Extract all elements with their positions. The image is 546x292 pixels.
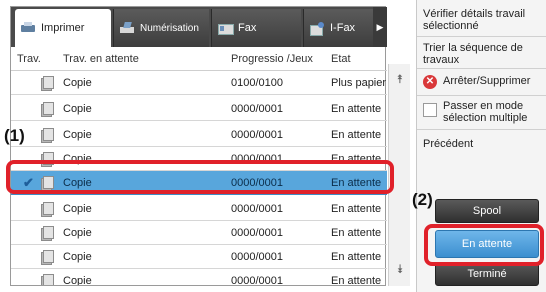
internet-fax-icon [310, 22, 324, 36]
sort-jobs-button[interactable]: Trier la séquence de travaux [423, 42, 546, 66]
job-row[interactable]: Copie 0100/0100 Plus papier [11, 71, 387, 95]
job-name: Copie [63, 153, 92, 165]
job-row[interactable]: Copie 0000/0001 En attente [11, 97, 387, 121]
copy-job-icon [41, 128, 54, 143]
job-state: En attente [331, 251, 382, 263]
job-name: Copie [63, 103, 92, 115]
job-state: En attente [331, 153, 382, 165]
job-state: En attente [331, 103, 382, 115]
job-table-header: Trav. Trav. en attente Progressio /Jeux … [11, 47, 387, 71]
job-type-tabs: Imprimer Numérisation Fax I-Fax ▶ [11, 7, 387, 47]
callout-2-label: (2) [412, 190, 433, 209]
job-state: En attente [331, 177, 382, 189]
job-name: Copie [63, 129, 92, 141]
copy-job-icon [41, 226, 54, 241]
divider [417, 36, 546, 37]
tab-print[interactable]: Imprimer [15, 9, 111, 47]
copy-job-icon [41, 102, 54, 117]
waiting-button[interactable]: En attente [435, 230, 539, 258]
copy-job-icon [41, 274, 54, 285]
multi-select-checkbox[interactable] [423, 103, 437, 117]
copy-job-icon [41, 152, 54, 167]
job-state: En attente [331, 129, 382, 141]
job-row[interactable]: Copie 0000/0001 En attente [11, 245, 387, 269]
job-progress: 0000/0001 [231, 129, 283, 141]
column-state: Etat [331, 53, 351, 65]
job-list-scrollbar[interactable]: ⯭ ⯯ [388, 64, 410, 286]
job-name: Copie [63, 77, 92, 89]
job-row[interactable]: Copie 0000/0001 En attente [11, 147, 387, 171]
selected-job-row[interactable]: ✔ Copie 0000/0001 En attente [11, 171, 387, 195]
printer-icon [21, 22, 35, 34]
completed-button[interactable]: Terminé [435, 262, 539, 286]
verify-selected-job-button[interactable]: Vérifier détails travail sélectionné [423, 8, 546, 32]
job-progress: 0000/0001 [231, 153, 283, 165]
job-status-panel: Imprimer Numérisation Fax I-Fax ▶ Trav. … [10, 6, 387, 286]
copy-job-icon [41, 202, 54, 217]
action-side-panel: Vérifier détails travail sélectionné Tri… [416, 0, 546, 292]
column-progress: Progressio /Jeux [231, 53, 313, 65]
stop-delete-button[interactable]: ✕ Arrêter/Supprimer [423, 75, 546, 91]
job-state: Plus papier [331, 77, 387, 89]
spool-button[interactable]: Spool [435, 199, 539, 223]
job-progress: 0000/0001 [231, 275, 283, 285]
job-name: Copie [63, 177, 92, 189]
callout-1-label: (1) [4, 126, 25, 145]
job-state: En attente [331, 227, 382, 239]
tab-scan-label: Numérisation [140, 22, 199, 34]
job-row[interactable]: Copie 0000/0001 En attente [11, 221, 387, 245]
scanner-icon [120, 22, 134, 34]
scroll-down-icon[interactable]: ⯯ [393, 262, 407, 276]
column-waiting-jobs: Trav. en attente [63, 53, 139, 65]
job-progress: 0000/0001 [231, 251, 283, 263]
previous-button[interactable]: Précédent [423, 138, 546, 150]
copy-job-icon [41, 176, 54, 191]
job-row[interactable]: Copie 0000/0001 En attente [11, 269, 387, 285]
job-progress: 0000/0001 [231, 177, 283, 189]
job-name: Copie [63, 251, 92, 263]
multi-select-label: Passer en mode sélection multiple [443, 100, 528, 124]
divider [417, 95, 546, 96]
job-row[interactable]: Copie 0000/0001 En attente [11, 123, 387, 147]
job-name: Copie [63, 227, 92, 239]
job-name: Copie [63, 203, 92, 215]
selected-check-icon: ✔ [23, 175, 34, 190]
multi-select-toggle[interactable]: Passer en mode sélection multiple [423, 100, 546, 124]
job-name: Copie [63, 275, 92, 285]
job-progress: 0000/0001 [231, 103, 283, 115]
tab-scroll-right-icon[interactable]: ▶ [373, 7, 387, 47]
column-trav: Trav. [17, 53, 41, 65]
scroll-up-icon[interactable]: ⯭ [393, 72, 407, 86]
tab-print-label: Imprimer [41, 22, 85, 34]
divider [417, 68, 546, 69]
job-progress: 0000/0001 [231, 203, 283, 215]
tab-ifax-label: I-Fax [330, 22, 356, 34]
tab-fax[interactable]: Fax [211, 9, 301, 47]
job-state: En attente [331, 203, 382, 215]
divider [417, 129, 546, 130]
copy-job-icon [41, 250, 54, 265]
stop-delete-label: Arrêter/Supprimer [443, 75, 531, 87]
fax-icon [218, 22, 234, 35]
job-state: En attente [331, 275, 382, 285]
tab-scan[interactable]: Numérisation [113, 9, 209, 47]
stop-icon: ✕ [423, 75, 437, 89]
job-progress: 0100/0100 [231, 77, 283, 89]
job-list: Copie 0100/0100 Plus papier Copie 0000/0001 E… [11, 71, 387, 285]
job-row[interactable]: Copie 0000/0001 En attente [11, 197, 387, 221]
tab-fax-label: Fax [238, 22, 257, 34]
tab-ifax[interactable]: I-Fax [303, 9, 373, 47]
job-progress: 0000/0001 [231, 227, 283, 239]
copy-job-icon [41, 76, 54, 91]
